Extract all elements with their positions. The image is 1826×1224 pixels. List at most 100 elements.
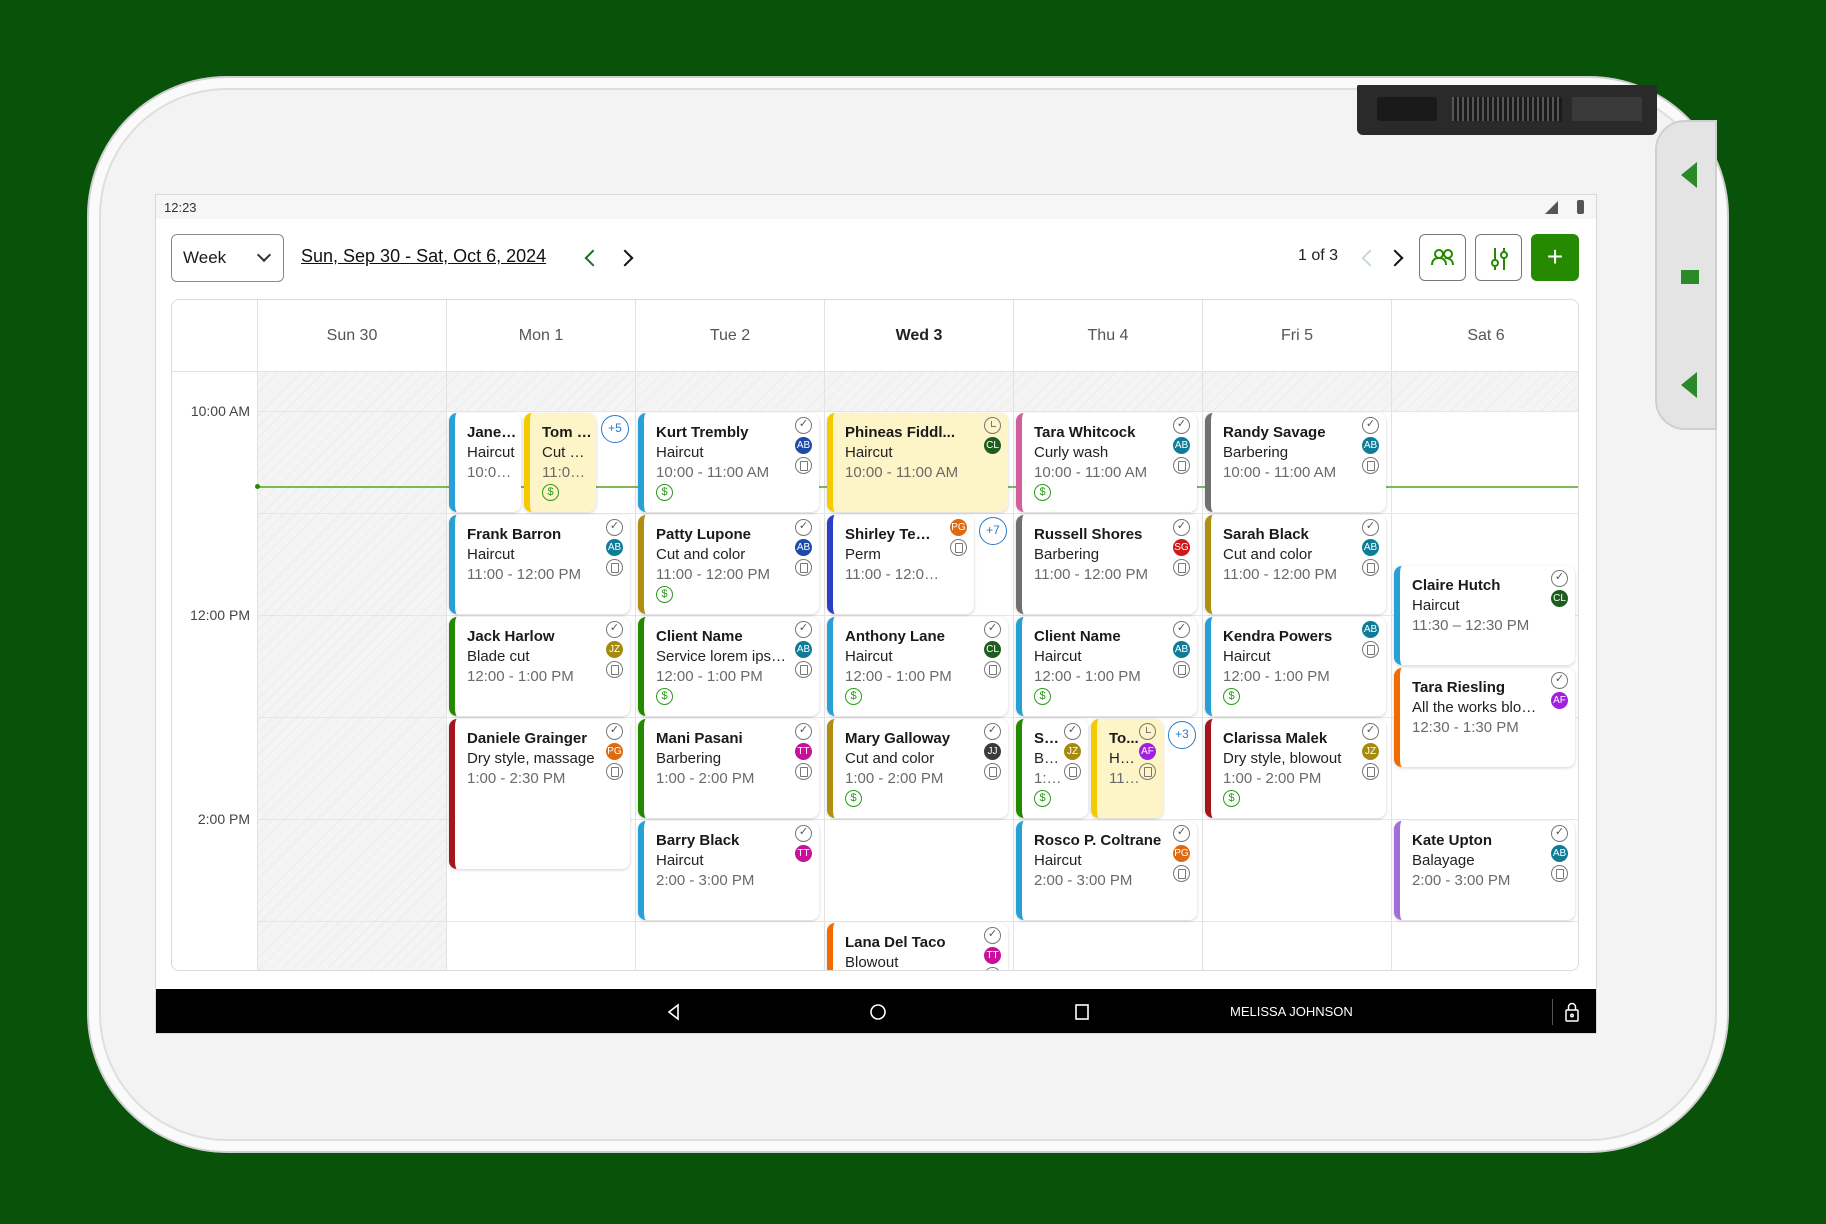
appointment-card[interactable]: Claire Hutch Haircut 11:30 – 12:30 PM ✓ CL: [1394, 566, 1575, 665]
appointment-time: 12:00 - 1:00 PM: [1034, 668, 1141, 685]
appointment-card[interactable]: Jack Harlow Blade cut 12:00 - 1:00 PM ✓ JZ: [449, 617, 630, 716]
recents-icon[interactable]: [1073, 1003, 1091, 1021]
staff-avatar: AB: [606, 539, 623, 556]
status-icons: ✓ TT: [795, 825, 813, 865]
day-header[interactable]: Sat 6: [1391, 300, 1578, 372]
date-range-link[interactable]: Sun, Sep 30 - Sat, Oct 6, 2024: [301, 246, 546, 267]
staff-avatar: PG: [1173, 845, 1190, 862]
client-name: To...: [1109, 730, 1139, 747]
appointment-card[interactable]: Tara Riesling All the works blow... 12:30 …: [1394, 668, 1575, 767]
paid-dollar-icon: $: [1034, 688, 1051, 705]
column-divider: [824, 372, 825, 970]
appointment-time: 11:00 - 12:00 PM: [1223, 566, 1337, 583]
day-header[interactable]: Wed 3: [824, 300, 1013, 372]
settings-filter-button[interactable]: [1475, 234, 1522, 281]
staff-avatar: TT: [795, 845, 812, 862]
day-header[interactable]: Sun 30: [257, 300, 446, 372]
prev-page-button[interactable]: [1361, 249, 1379, 267]
client-name: Kate Upton: [1412, 832, 1492, 849]
appointment-card[interactable]: Frank Barron Haircut 11:00 - 12:00 PM ✓ AB: [449, 515, 630, 614]
check-circle-icon: ✓: [1551, 570, 1568, 587]
home-icon[interactable]: [869, 1003, 887, 1021]
appointment-card[interactable]: Phineas Fiddl... Haircut 10:00 - 11:00 AM C…: [827, 413, 1008, 512]
lock-icon[interactable]: [1564, 1001, 1580, 1023]
note-icon: [1362, 559, 1379, 576]
add-appointment-button[interactable]: +: [1531, 234, 1579, 281]
next-page-button[interactable]: [1386, 249, 1404, 267]
signal-icon: [1545, 201, 1558, 214]
appointment-card[interactable]: Russell Shores Barbering 11:00 - 12:00 PM ✓…: [1016, 515, 1197, 614]
note-icon: [795, 763, 812, 780]
appointment-card[interactable]: Kendra Powers Haircut 12:00 - 1:00 PM $ AB: [1205, 617, 1386, 716]
appointment-card[interactable]: Patty Lupone Cut and color 11:00 - 12:00 P…: [638, 515, 819, 614]
day-header-row: Sun 30 Mon 1 Tue 2 Wed 3 Thu 4 Fri 5 Sat 6: [172, 300, 1578, 372]
service-name: Haircut: [1412, 597, 1460, 614]
appointment-card[interactable]: Tara Whitcock Curly wash 10:00 - 11:00 AM $…: [1016, 413, 1197, 512]
appointment-card[interactable]: To... Hair... 11:0... AF: [1091, 719, 1163, 818]
appointment-card[interactable]: Kurt Trembly Haircut 10:00 - 11:00 AM $ ✓ AB: [638, 413, 819, 512]
more-appointments-badge[interactable]: +7: [979, 517, 1007, 545]
user-name[interactable]: MELISSA JOHNSON: [1230, 1004, 1353, 1019]
appointment-card[interactable]: Sam.. Bala... 1:00... $ ✓ JZ: [1016, 719, 1088, 818]
appointment-details: Kendra Powers Haircut 12:00 - 1:00 PM $: [1223, 627, 1354, 705]
appointment-card[interactable]: Anthony Lane Haircut 12:00 - 1:00 PM $ ✓ CL: [827, 617, 1008, 716]
appointment-details: Claire Hutch Haircut 11:30 – 12:30 PM: [1412, 576, 1543, 636]
appointment-card[interactable]: Mani Pasani Barbering 1:00 - 2:00 PM ✓ TT: [638, 719, 819, 818]
note-icon: [606, 763, 623, 780]
note-icon: [606, 559, 623, 576]
appointment-card[interactable]: Kate Upton Balayage 2:00 - 3:00 PM ✓ AB: [1394, 821, 1575, 920]
staff-avatar: JJ: [984, 743, 1001, 760]
appointment-details: Sarah Black Cut and color 11:00 - 12:00 PM: [1223, 525, 1354, 585]
more-appointments-badge[interactable]: +5: [601, 415, 629, 443]
client-name: Claire Hutch: [1412, 577, 1501, 594]
appointment-card[interactable]: Mary Galloway Cut and color 1:00 - 2:00 PM…: [827, 719, 1008, 818]
appointment-details: Jane J... Haircut 10:00 -...: [467, 423, 517, 483]
client-name: Anthony Lane: [845, 628, 945, 645]
time-label: 12:00 PM: [190, 607, 250, 623]
appointment-card[interactable]: Tom C... Cut an... 11:00 -... $: [524, 413, 596, 512]
staff-filter-button[interactable]: [1419, 234, 1466, 281]
appointment-card[interactable]: Randy Savage Barbering 10:00 - 11:00 AM ✓ AB: [1205, 413, 1386, 512]
note-icon: [984, 661, 1001, 678]
appointment-details: Client Name Service lorem ipsum 12:00 - 1:…: [656, 627, 787, 705]
day-header[interactable]: Fri 5: [1202, 300, 1391, 372]
prev-week-button[interactable]: [584, 249, 602, 267]
appointment-card[interactable]: Sarah Black Cut and color 11:00 - 12:00 PM…: [1205, 515, 1386, 614]
paid-dollar-icon: $: [1223, 688, 1240, 705]
day-header[interactable]: Tue 2: [635, 300, 824, 372]
service-name: Cut an...: [542, 444, 592, 461]
more-appointments-badge[interactable]: +3: [1168, 721, 1196, 749]
back-icon[interactable]: [665, 1003, 683, 1021]
staff-avatar: TT: [795, 743, 812, 760]
client-name: Barry Black: [656, 832, 740, 849]
plus-icon: +: [1546, 241, 1564, 272]
side-arrow-icon: [1681, 372, 1697, 398]
day-header[interactable]: Mon 1: [446, 300, 635, 372]
appointment-card[interactable]: Barry Black Haircut 2:00 - 3:00 PM ✓ TT: [638, 821, 819, 920]
appointment-time: 11:00 - 12:00 PM: [1034, 566, 1148, 583]
appointment-card[interactable]: Client Name Haircut 12:00 - 1:00 PM $ ✓ AB: [1016, 617, 1197, 716]
client-name: Sarah Black: [1223, 526, 1309, 543]
view-select[interactable]: Week: [171, 234, 284, 282]
appointment-card[interactable]: Rosco P. Coltrane Haircut 2:00 - 3:00 PM ✓ P…: [1016, 821, 1197, 920]
appointment-card[interactable]: Jane J... Haircut 10:00 -...: [449, 413, 521, 512]
check-circle-icon: ✓: [1064, 723, 1081, 740]
appointment-details: Tara Riesling All the works blow... 12:30 …: [1412, 678, 1543, 738]
appointment-time: 11:00 - 12:00 PM: [467, 566, 581, 583]
next-week-button[interactable]: [616, 249, 634, 267]
appointment-card[interactable]: Daniele Grainger Dry style, massage 1:00 -…: [449, 719, 630, 869]
staff-avatar: CL: [1551, 590, 1568, 607]
appointment-card[interactable]: Clarissa Malek Dry style, blowout 1:00 - 2…: [1205, 719, 1386, 818]
client-name: Phineas Fiddl...: [845, 424, 956, 441]
appointment-card[interactable]: Shirley Temple Perm 11:00 - 12:00 PM PG: [827, 515, 974, 614]
appointment-time: 1:00 - 2:00 PM: [845, 770, 944, 787]
note-icon: [984, 763, 1001, 780]
day-header[interactable]: Thu 4: [1013, 300, 1202, 372]
staff-avatar: AB: [1362, 621, 1379, 638]
check-circle-icon: ✓: [795, 519, 812, 536]
appointment-card[interactable]: Client Name Service lorem ipsum 12:00 - 1:…: [638, 617, 819, 716]
appointment-time: 12:30 - 1:30 PM: [1412, 719, 1519, 736]
client-name: Kurt Trembly: [656, 424, 749, 441]
appointment-time: 1:00...: [1034, 770, 1066, 787]
appointment-card[interactable]: Lana Del TacoBlowout3:00 - 4:00 PM✓TT: [827, 923, 1008, 970]
